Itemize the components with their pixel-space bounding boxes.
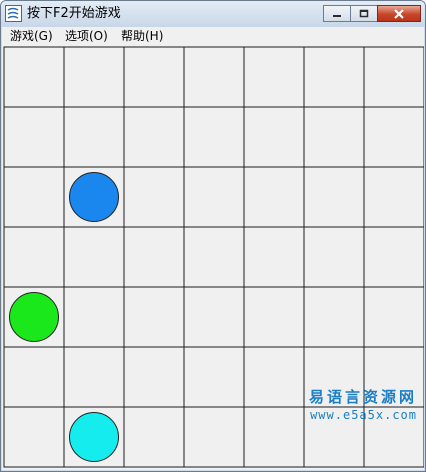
board-cell[interactable] xyxy=(363,106,424,168)
board-cell[interactable] xyxy=(303,166,365,228)
board-cell[interactable] xyxy=(63,286,125,348)
board-cell[interactable] xyxy=(123,46,185,108)
board-cell[interactable] xyxy=(363,46,424,108)
watermark-url: www.e5a5x.com xyxy=(310,408,417,422)
board-cell[interactable] xyxy=(183,406,245,468)
board-cell[interactable] xyxy=(3,166,65,228)
close-button[interactable] xyxy=(377,5,421,22)
board-cell[interactable] xyxy=(183,226,245,288)
board-cell[interactable] xyxy=(3,346,65,408)
menu-game[interactable]: 游戏(G) xyxy=(10,28,53,44)
board-cell[interactable] xyxy=(3,106,65,168)
board-cell[interactable] xyxy=(303,226,365,288)
board-cell[interactable] xyxy=(363,166,424,228)
board-cell[interactable] xyxy=(183,166,245,228)
caption-buttons xyxy=(323,5,421,22)
board-cell[interactable] xyxy=(63,106,125,168)
watermark: 易语言资源网 www.e5a5x.com xyxy=(308,388,417,422)
board-cell[interactable] xyxy=(363,226,424,288)
board-cell[interactable] xyxy=(63,346,125,408)
app-icon[interactable] xyxy=(5,5,22,22)
board-cell[interactable] xyxy=(63,46,125,108)
minimize-button[interactable] xyxy=(323,5,351,22)
board-cell[interactable] xyxy=(243,286,305,348)
game-piece[interactable] xyxy=(69,412,119,462)
board-cell[interactable] xyxy=(3,406,65,468)
maximize-button[interactable] xyxy=(350,5,378,22)
board-cell[interactable] xyxy=(303,106,365,168)
menu-options[interactable]: 选项(O) xyxy=(65,28,108,44)
board-cell[interactable] xyxy=(243,406,305,468)
close-icon xyxy=(394,8,404,19)
board-cell[interactable] xyxy=(243,106,305,168)
board-cell[interactable] xyxy=(123,346,185,408)
maximize-icon xyxy=(359,9,369,18)
board-cell[interactable] xyxy=(123,226,185,288)
board-cell[interactable] xyxy=(243,166,305,228)
game-window: 按下F2开始游戏 游戏(G) 选项(O) 帮助(H) 易语言资源网 www.e5… xyxy=(0,0,426,472)
board-cell[interactable] xyxy=(123,106,185,168)
window-title: 按下F2开始游戏 xyxy=(27,6,121,21)
board-cell[interactable] xyxy=(183,346,245,408)
board-cell[interactable] xyxy=(303,46,365,108)
watermark-title: 易语言资源网 xyxy=(308,388,417,406)
board-cell[interactable] xyxy=(3,226,65,288)
menu-help[interactable]: 帮助(H) xyxy=(121,28,163,44)
board-cell[interactable] xyxy=(123,406,185,468)
menu-bar: 游戏(G) 选项(O) 帮助(H) xyxy=(2,27,424,46)
board-cell[interactable] xyxy=(123,286,185,348)
board-cell[interactable] xyxy=(183,106,245,168)
game-piece[interactable] xyxy=(69,172,119,222)
board-cell[interactable] xyxy=(3,46,65,108)
board-cell[interactable] xyxy=(183,286,245,348)
board-cell[interactable] xyxy=(303,286,365,348)
board-cell[interactable] xyxy=(243,346,305,408)
board-cell[interactable] xyxy=(183,46,245,108)
board-cell[interactable] xyxy=(123,166,185,228)
board-cell[interactable] xyxy=(243,46,305,108)
title-bar[interactable]: 按下F2开始游戏 xyxy=(1,1,425,27)
board-cell[interactable] xyxy=(363,286,424,348)
game-piece[interactable] xyxy=(9,292,59,342)
board-cell[interactable] xyxy=(243,226,305,288)
minimize-icon xyxy=(333,14,341,17)
board-cell[interactable] xyxy=(63,226,125,288)
